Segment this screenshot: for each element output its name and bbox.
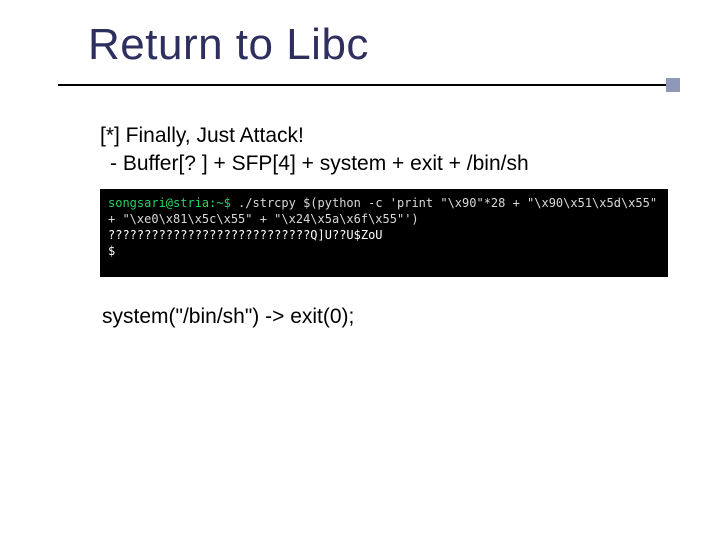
rule-tick-icon <box>666 78 680 92</box>
body-text: [*] Finally, Just Attack! - Buffer[? ] +… <box>100 122 660 179</box>
terminal-next-prompt: $ <box>108 244 115 258</box>
slide-title: Return to Libc <box>88 20 680 84</box>
body-line-1: [*] Finally, Just Attack! <box>100 122 660 150</box>
body-line-2: - Buffer[? ] + SFP[4] + system + exit + … <box>110 150 660 178</box>
footer-text: system("/bin/sh") -> exit(0); <box>102 305 660 329</box>
title-area: Return to Libc <box>88 20 680 86</box>
terminal-output: ????????????????????????????Q]U??U$ZoU <box>108 228 383 242</box>
terminal-block: songsari@stria:~$ ./strcpy $(python -c '… <box>100 189 668 277</box>
slide: Return to Libc [*] Finally, Just Attack!… <box>0 0 720 329</box>
terminal-prompt: songsari@stria:~$ <box>108 196 231 210</box>
title-rule <box>58 84 680 86</box>
